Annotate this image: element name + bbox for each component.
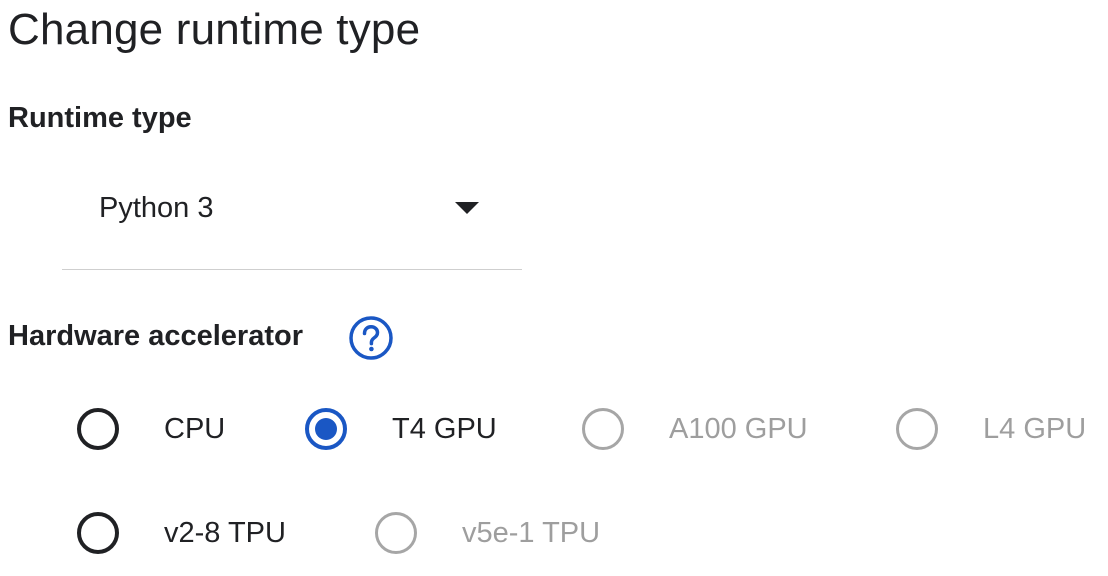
radio-circle-v2-8-tpu[interactable] xyxy=(77,512,119,554)
radio-circle-t4-gpu[interactable] xyxy=(305,408,347,450)
radio-v2-8-tpu[interactable]: v2-8 TPU xyxy=(77,512,286,554)
radio-cpu[interactable]: CPU xyxy=(77,408,225,450)
runtime-type-value: Python 3 xyxy=(99,192,214,224)
radio-label-v2-8-tpu: v2-8 TPU xyxy=(164,517,286,549)
dropdown-arrow-icon xyxy=(455,202,479,214)
radio-label-t4-gpu: T4 GPU xyxy=(392,413,497,445)
radio-circle-cpu[interactable] xyxy=(77,408,119,450)
help-circle-icon[interactable] xyxy=(348,315,394,361)
radio-v5e-1-tpu[interactable]: v5e-1 TPU xyxy=(375,512,600,554)
radio-label-a100-gpu: A100 GPU xyxy=(669,413,808,445)
radio-circle-v5e-1-tpu[interactable] xyxy=(375,512,417,554)
radio-label-cpu: CPU xyxy=(164,413,226,445)
radio-circle-a100-gpu[interactable] xyxy=(582,408,624,450)
radio-label-v5e-1-tpu: v5e-1 TPU xyxy=(462,517,601,549)
radio-circle-l4-gpu[interactable] xyxy=(896,408,938,450)
radio-label-l4-gpu: L4 GPU xyxy=(983,413,1087,445)
runtime-type-label: Runtime type xyxy=(8,102,192,134)
runtime-type-select[interactable]: Python 3 xyxy=(62,170,522,270)
radio-a100-gpu[interactable]: A100 GPU xyxy=(582,408,808,450)
hardware-accelerator-label: Hardware accelerator xyxy=(8,320,303,352)
radio-l4-gpu[interactable]: L4 GPU xyxy=(896,408,1086,450)
dialog-title: Change runtime type xyxy=(8,5,421,54)
radio-t4-gpu[interactable]: T4 GPU xyxy=(305,408,497,450)
